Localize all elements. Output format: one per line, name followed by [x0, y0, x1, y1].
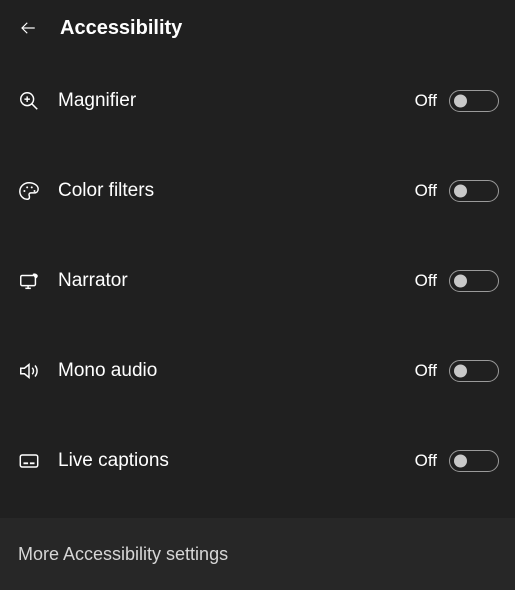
toggle-knob	[454, 365, 467, 378]
magnifier-icon	[18, 90, 40, 112]
status-text: Off	[415, 361, 437, 381]
row-magnifier[interactable]: Magnifier Off	[0, 56, 515, 146]
status-text: Off	[415, 91, 437, 111]
mono-audio-toggle[interactable]	[449, 360, 499, 382]
toggle-knob	[454, 455, 467, 468]
row-narrator[interactable]: Narrator Off	[0, 236, 515, 326]
more-settings-label: More Accessibility settings	[18, 544, 228, 565]
live-captions-toggle[interactable]	[449, 450, 499, 472]
row-mono-audio[interactable]: Mono audio Off	[0, 326, 515, 416]
toggle-knob	[454, 185, 467, 198]
settings-list: Magnifier Off Color filters Off	[0, 56, 515, 506]
status-text: Off	[415, 181, 437, 201]
page-title: Accessibility	[60, 17, 182, 40]
status-text: Off	[415, 451, 437, 471]
row-label: Color filters	[58, 180, 415, 202]
palette-icon	[18, 180, 40, 202]
header: Accessibility	[0, 0, 515, 56]
back-button[interactable]	[18, 18, 38, 38]
status-text: Off	[415, 271, 437, 291]
captions-icon	[18, 450, 40, 472]
arrow-left-icon	[19, 19, 37, 37]
toggle-knob	[454, 275, 467, 288]
color-filters-toggle[interactable]	[449, 180, 499, 202]
row-color-filters[interactable]: Color filters Off	[0, 146, 515, 236]
speaker-icon	[18, 360, 40, 382]
row-live-captions[interactable]: Live captions Off	[0, 416, 515, 506]
toggle-knob	[454, 95, 467, 108]
row-label: Live captions	[58, 450, 415, 472]
more-settings-link[interactable]: More Accessibility settings	[0, 518, 515, 590]
row-label: Magnifier	[58, 90, 415, 112]
narrator-icon	[18, 270, 40, 292]
narrator-toggle[interactable]	[449, 270, 499, 292]
row-label: Narrator	[58, 270, 415, 292]
magnifier-toggle[interactable]	[449, 90, 499, 112]
row-label: Mono audio	[58, 360, 415, 382]
